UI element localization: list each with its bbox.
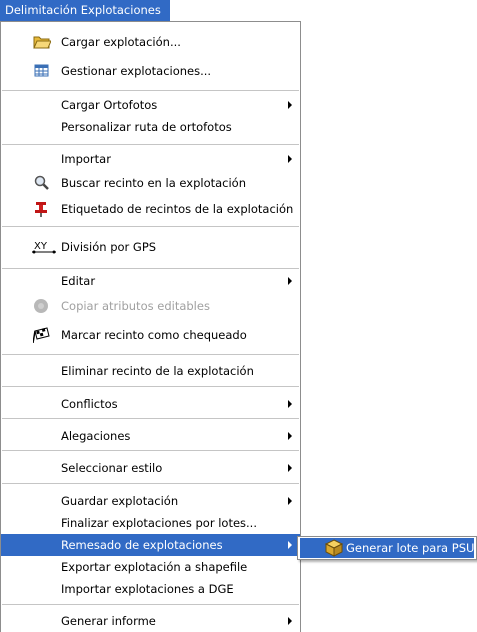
menu-title[interactable]: Delimitación Explotaciones bbox=[0, 0, 170, 22]
box-icon bbox=[324, 539, 344, 557]
folder-open-icon bbox=[33, 34, 52, 50]
svg-text:XY: XY bbox=[34, 241, 48, 252]
submenu-arrow-icon bbox=[288, 277, 292, 285]
menu-item-seleccionar-estilo[interactable]: Seleccionar estilo bbox=[1, 457, 300, 479]
menu-item-gestionar-explotaciones[interactable]: Gestionar explotaciones... bbox=[1, 60, 300, 82]
menu-item-conflictos[interactable]: Conflictos bbox=[1, 393, 300, 415]
menu-item-label: Exportar explotación a shapefile bbox=[61, 560, 248, 574]
menu-item-label: Marcar recinto como chequeado bbox=[61, 328, 247, 342]
menu-item-label: Cargar explotación... bbox=[61, 35, 181, 49]
menu-item-guardar-explotacion[interactable]: Guardar explotación bbox=[1, 490, 300, 512]
menu-separator bbox=[2, 226, 299, 227]
menu-separator bbox=[2, 386, 299, 387]
menu-item-label: Importar explotaciones a DGE bbox=[61, 582, 234, 596]
menu-item-label: Finalizar explotaciones por lotes... bbox=[61, 516, 257, 530]
menu-item-label: Remesado de explotaciones bbox=[61, 538, 223, 552]
menu-item-importar[interactable]: Importar bbox=[1, 148, 300, 170]
xy-gps-icon: XY bbox=[32, 239, 58, 255]
menu-item-generar-informe[interactable]: Generar informe bbox=[1, 610, 300, 632]
menu-item-cargar-ortofotos[interactable]: Cargar Ortofotos bbox=[1, 94, 300, 116]
submenu-arrow-icon bbox=[288, 617, 292, 625]
menu-item-copiar-atributos: Copiar atributos editables bbox=[1, 295, 300, 317]
menu-item-label: Importar bbox=[61, 152, 111, 166]
menu-item-alegaciones[interactable]: Alegaciones bbox=[1, 425, 300, 447]
menu-separator bbox=[2, 450, 299, 451]
menu-item-editar[interactable]: Editar bbox=[1, 270, 300, 292]
menu-item-label: Gestionar explotaciones... bbox=[61, 64, 212, 78]
menu-item-label: Alegaciones bbox=[61, 429, 131, 443]
menu-item-label: Guardar explotación bbox=[61, 494, 179, 508]
submenu-arrow-icon bbox=[288, 497, 292, 505]
table-grid-icon bbox=[33, 63, 51, 79]
menu-separator bbox=[2, 483, 299, 484]
menu-item-finalizar-lotes[interactable]: Finalizar explotaciones por lotes... bbox=[1, 512, 300, 534]
submenu-arrow-icon bbox=[288, 155, 292, 163]
checkered-flag-icon bbox=[32, 327, 51, 344]
menu-separator bbox=[2, 354, 299, 355]
magnifier-icon bbox=[33, 175, 51, 191]
submenu-arrow-icon bbox=[288, 101, 292, 109]
menu-separator bbox=[2, 268, 299, 269]
menu-item-exportar-shapefile[interactable]: Exportar explotación a shapefile bbox=[1, 556, 300, 578]
submenu-item-generar-lote-psu[interactable]: Generar lote para PSU bbox=[300, 538, 474, 558]
menu-item-label: Eliminar recinto de la explotación bbox=[61, 364, 254, 378]
menu-separator bbox=[2, 144, 299, 145]
red-pin-icon bbox=[33, 201, 51, 217]
menu-item-label: Etiquetado de recintos de la explotación bbox=[61, 202, 294, 216]
menu-item-label: Generar informe bbox=[61, 614, 156, 628]
submenu-arrow-icon bbox=[288, 541, 292, 549]
menu-item-importar-dge[interactable]: Importar explotaciones a DGE bbox=[1, 578, 300, 600]
remesado-submenu: Generar lote para PSU bbox=[297, 536, 477, 560]
menu-item-label: Editar bbox=[61, 274, 96, 288]
menu-separator bbox=[2, 90, 299, 91]
menu-item-remesado[interactable]: Remesado de explotaciones bbox=[1, 534, 300, 556]
menu-item-label: Personalizar ruta de ortofotos bbox=[61, 120, 232, 134]
menu-separator bbox=[2, 418, 299, 419]
menu-item-label: Buscar recinto en la explotación bbox=[61, 176, 247, 190]
submenu-arrow-icon bbox=[288, 400, 292, 408]
menu-item-label: Conflictos bbox=[61, 397, 118, 411]
menu-item-division-gps[interactable]: XY División por GPS bbox=[1, 236, 300, 258]
menu-item-label: Cargar Ortofotos bbox=[61, 98, 158, 112]
menu-item-label: Copiar atributos editables bbox=[61, 299, 210, 313]
menu-item-eliminar-recinto[interactable]: Eliminar recinto de la explotación bbox=[1, 360, 300, 382]
menu-separator bbox=[2, 604, 299, 605]
menu-item-label: División por GPS bbox=[61, 240, 157, 254]
submenu-item-label: Generar lote para PSU bbox=[346, 541, 475, 555]
menu-item-cargar-explotacion[interactable]: Cargar explotación... bbox=[1, 31, 300, 53]
submenu-arrow-icon bbox=[288, 464, 292, 472]
menu-item-marcar-recinto[interactable]: Marcar recinto como chequeado bbox=[1, 324, 300, 346]
delimitacion-menu: Cargar explotación... Gestionar explotac… bbox=[0, 21, 301, 632]
submenu-arrow-icon bbox=[288, 432, 292, 440]
menu-item-label: Seleccionar estilo bbox=[61, 461, 163, 475]
menu-item-buscar-recinto[interactable]: Buscar recinto en la explotación bbox=[1, 172, 300, 194]
menu-item-etiquetado-recintos[interactable]: Etiquetado de recintos de la explotación bbox=[1, 198, 300, 220]
menu-item-personalizar-ruta[interactable]: Personalizar ruta de ortofotos bbox=[1, 116, 300, 138]
gray-disc-icon bbox=[33, 298, 51, 314]
